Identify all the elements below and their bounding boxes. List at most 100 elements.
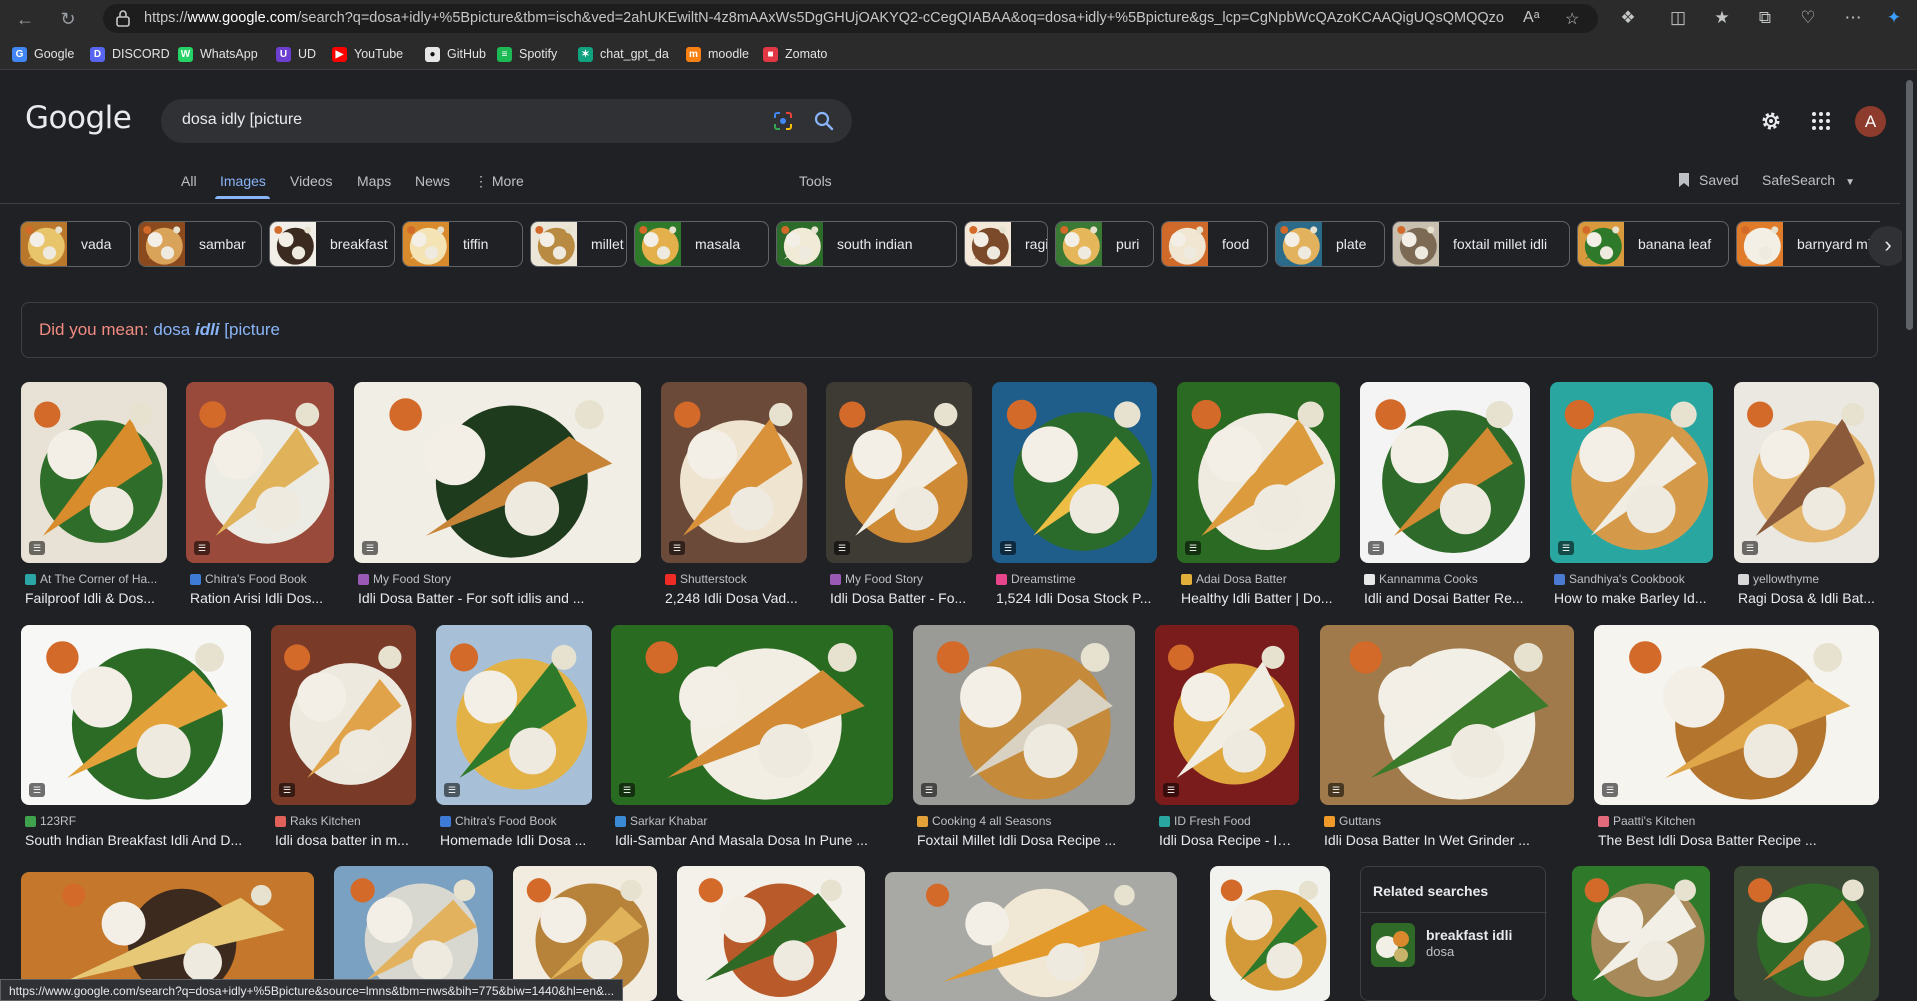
result-title[interactable]: Idli Dosa Batter - For soft idlis and ..…	[358, 590, 641, 606]
result-thumbnail[interactable]: ☰	[913, 625, 1135, 805]
result-thumbnail[interactable]: ☰	[271, 625, 416, 805]
result-title[interactable]: How to make Barley Id...	[1554, 590, 1713, 606]
chip-sambar[interactable]: sambar	[138, 221, 262, 267]
browser-essentials-icon[interactable]: ♡	[1797, 7, 1819, 29]
safesearch-button[interactable]: SafeSearch ▼	[1762, 172, 1855, 188]
result-title[interactable]: Idli Dosa Batter In Wet Grinder ...	[1324, 832, 1574, 848]
bookmark-whatsapp[interactable]: W WhatsApp	[178, 45, 258, 63]
tab-all[interactable]: All	[181, 173, 197, 189]
result-source[interactable]: My Food Story	[358, 572, 641, 586]
result-thumbnail[interactable]: ☰	[611, 625, 893, 805]
chip-vada[interactable]: vada	[20, 221, 131, 267]
result-title[interactable]: Idli dosa batter in m...	[275, 832, 416, 848]
result-source[interactable]: Sandhiya's Cookbook	[1554, 572, 1713, 586]
result-thumbnail[interactable]: ☰	[661, 382, 807, 563]
chip-barnyard-millet[interactable]: barnyard millet	[1736, 221, 1880, 267]
favorite-star-icon[interactable]: ☆	[1565, 9, 1579, 29]
settings-gear-icon[interactable]	[1759, 109, 1783, 133]
result-thumbnail[interactable]: ☰	[992, 382, 1157, 563]
result-source[interactable]: Kannamma Cooks	[1364, 572, 1530, 586]
chip-banana-leaf[interactable]: banana leaf	[1577, 221, 1729, 267]
result-source[interactable]: 123RF	[25, 814, 251, 828]
read-aloud-icon[interactable]: Aᵃ	[1523, 9, 1540, 27]
result-thumbnail[interactable]: ☰	[436, 625, 592, 805]
result-thumbnail[interactable]	[885, 872, 1177, 1001]
result-source[interactable]: Guttans	[1324, 814, 1574, 828]
chip-breakfast[interactable]: breakfast	[269, 221, 395, 267]
bookmark-spotify[interactable]: ≡ Spotify	[497, 45, 557, 63]
result-thumbnail[interactable]	[1572, 866, 1710, 1001]
chip-food[interactable]: food	[1161, 221, 1268, 267]
result-thumbnail[interactable]: ☰	[826, 382, 972, 563]
search-query[interactable]: dosa idly [picture	[182, 111, 302, 129]
result-thumbnail[interactable]: ☰	[1594, 625, 1879, 805]
google-logo[interactable]: Google	[25, 100, 132, 136]
result-title[interactable]: Foxtail Millet Idli Dosa Recipe ...	[917, 832, 1135, 848]
copilot-icon[interactable]: ✦	[1883, 7, 1905, 29]
chip-foxtail-millet-idli[interactable]: foxtail millet idli	[1392, 221, 1570, 267]
result-thumbnail[interactable]: ☰	[21, 625, 251, 805]
related-item-title[interactable]: breakfast idli	[1426, 927, 1512, 943]
related-item-thumbnail[interactable]	[1371, 923, 1415, 967]
bookmark-chat-gpt-da[interactable]: ✶ chat_gpt_da	[578, 45, 669, 63]
result-source[interactable]: Chitra's Food Book	[440, 814, 592, 828]
result-source[interactable]: yellowthyme	[1738, 572, 1879, 586]
tab-news[interactable]: News	[415, 173, 450, 189]
bookmark-github[interactable]: ● GitHub	[425, 45, 486, 63]
chip-ragi[interactable]: ragi	[964, 221, 1048, 267]
tab-images[interactable]: Images	[220, 173, 266, 189]
result-title[interactable]: The Best Idli Dosa Batter Recipe ...	[1598, 832, 1879, 848]
result-source[interactable]: My Food Story	[830, 572, 972, 586]
result-title[interactable]: South Indian Breakfast Idli And D...	[25, 832, 251, 848]
collections-icon[interactable]: ⧉	[1754, 7, 1776, 29]
extensions-icon[interactable]: ❖	[1617, 7, 1639, 29]
tools-button[interactable]: Tools	[799, 173, 832, 189]
result-source[interactable]: Raks Kitchen	[275, 814, 416, 828]
search-icon[interactable]	[813, 110, 835, 132]
saved-button[interactable]: Saved	[1677, 172, 1739, 188]
chip-south-indian[interactable]: south indian	[776, 221, 957, 267]
result-thumbnail[interactable]: ☰	[21, 382, 167, 563]
tab-more[interactable]: ⋮ More	[474, 173, 524, 190]
result-thumbnail[interactable]: ☰	[1550, 382, 1713, 563]
result-thumbnail[interactable]: ☰	[1155, 625, 1299, 805]
bookmark-youtube[interactable]: ▶ YouTube	[332, 45, 403, 63]
result-source[interactable]: At The Corner of Ha...	[25, 572, 167, 586]
tab-videos[interactable]: Videos	[290, 173, 333, 189]
result-thumbnail[interactable]: ☰	[1360, 382, 1530, 563]
result-source[interactable]: Paatti's Kitchen	[1598, 814, 1879, 828]
result-source[interactable]: Chitra's Food Book	[190, 572, 334, 586]
result-title[interactable]: Failproof Idli & Dos...	[25, 590, 167, 606]
back-button[interactable]: ←	[12, 6, 38, 32]
result-thumbnail[interactable]: ☰	[354, 382, 641, 563]
result-title[interactable]: Healthy Idli Batter | Do...	[1181, 590, 1340, 606]
result-source[interactable]: Adai Dosa Batter	[1181, 572, 1340, 586]
google-apps-icon[interactable]	[1810, 110, 1832, 132]
favorites-icon[interactable]: ★	[1711, 7, 1733, 29]
bookmark-discord[interactable]: D DISCORD	[90, 45, 170, 63]
result-title[interactable]: 1,524 Idli Dosa Stock P...	[996, 590, 1157, 606]
result-thumbnail[interactable]: ☰	[1320, 625, 1574, 805]
chip-puri[interactable]: puri	[1055, 221, 1154, 267]
result-source[interactable]: Dreamstime	[996, 572, 1157, 586]
bookmark-ud[interactable]: U UD	[276, 45, 316, 63]
chip-tiffin[interactable]: tiffin	[402, 221, 523, 267]
chip-plate[interactable]: plate	[1275, 221, 1385, 267]
result-thumbnail[interactable]: ☰	[186, 382, 334, 563]
result-thumbnail[interactable]	[1734, 866, 1879, 1001]
did-you-mean-suggestion[interactable]: dosa idli [picture	[153, 320, 280, 339]
scrollbar-thumb[interactable]	[1906, 80, 1913, 330]
bookmark-moodle[interactable]: m moodle	[686, 45, 749, 63]
result-title[interactable]: Idli Dosa Batter - Fo...	[830, 590, 972, 606]
result-source[interactable]: Shutterstock	[665, 572, 807, 586]
bookmark-zomato[interactable]: ■ Zomato	[763, 45, 827, 63]
result-source[interactable]: ID Fresh Food	[1159, 814, 1299, 828]
chip-masala[interactable]: masala	[634, 221, 769, 267]
search-input[interactable]: dosa idly [picture	[161, 99, 852, 143]
result-title[interactable]: Homemade Idli Dosa ...	[440, 832, 592, 848]
tab-maps[interactable]: Maps	[357, 173, 391, 189]
bookmark-google[interactable]: G Google	[12, 45, 74, 63]
result-title[interactable]: Idli-Sambar And Masala Dosa In Pune ...	[615, 832, 893, 848]
more-menu-icon[interactable]: ⋯	[1842, 7, 1864, 29]
result-title[interactable]: 2,248 Idli Dosa Vad...	[665, 590, 807, 606]
